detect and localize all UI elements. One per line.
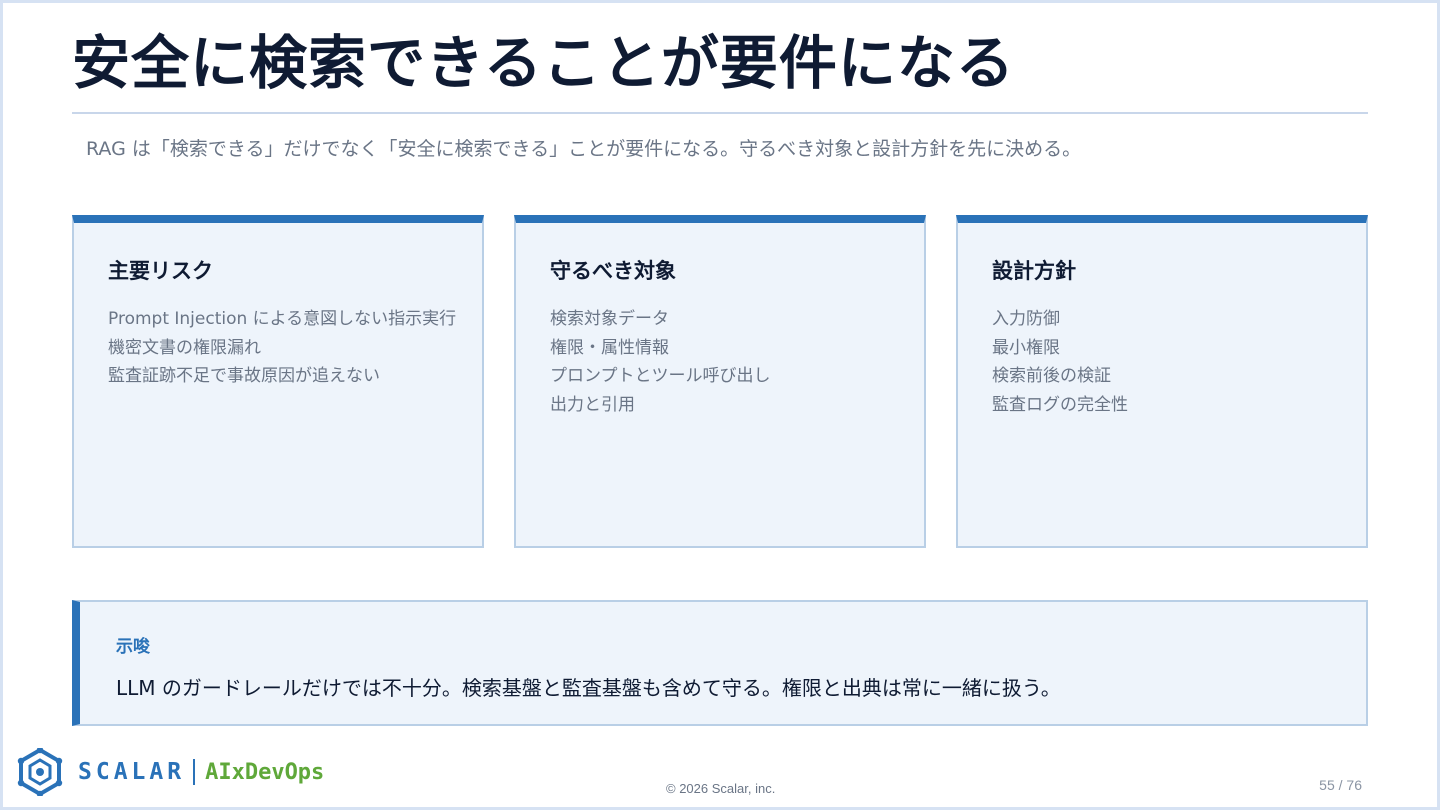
card-risks: 主要リスク Prompt Injection による意図しない指示実行 機密文書…: [72, 215, 484, 548]
copyright: © 2026 Scalar, inc.: [666, 781, 776, 796]
title-divider: [72, 112, 1368, 114]
brand-name: SCALAR: [78, 759, 186, 785]
list-item: 権限・属性情報: [550, 337, 669, 358]
card-list: Prompt Injection による意図しない指示実行 機密文書の権限漏れ …: [108, 305, 458, 391]
card-title: 守るべき対象: [550, 259, 676, 283]
list-item: 検索前後の検証: [992, 366, 1111, 386]
brand-separator: [193, 759, 196, 785]
card-list: 入力防御 最小権限 検索前後の検証 監査ログの完全性: [992, 305, 1342, 419]
insight-box: 示唆 LLM のガードレールだけでは不十分。検索基盤と監査基盤も含めて守る。権限…: [72, 600, 1368, 726]
list-item: 入力防御: [992, 309, 1060, 329]
brand-logo: SCALAR AIxDevOps: [16, 746, 324, 798]
list-item: Prompt Injection による意図しない指示実行: [108, 309, 457, 329]
card-design-policy: 設計方針 入力防御 最小権限 検索前後の検証 監査ログの完全性: [956, 215, 1368, 548]
list-item: 最小権限: [992, 337, 1060, 358]
slide-subtitle: RAG は「検索できる」だけでなく「安全に検索できる」ことが要件になる。守るべき…: [86, 138, 1082, 160]
card-list: 検索対象データ 権限・属性情報 プロンプトとツール呼び出し 出力と引用: [550, 305, 900, 419]
insight-label: 示唆: [116, 637, 150, 657]
list-item: プロンプトとツール呼び出し: [550, 366, 771, 386]
card-title: 主要リスク: [108, 259, 213, 283]
list-item: 監査証跡不足で事故原因が追えない: [108, 366, 380, 386]
product-name: AIxDevOps: [205, 759, 325, 785]
card-protected-targets: 守るべき対象 検索対象データ 権限・属性情報 プロンプトとツール呼び出し 出力と…: [514, 215, 926, 548]
list-item: 出力と引用: [550, 394, 635, 415]
scalar-logo-icon: [17, 748, 63, 796]
list-item: 検索対象データ: [550, 309, 669, 329]
list-item: 監査ログの完全性: [992, 394, 1128, 415]
page-number: 55 / 76: [1319, 777, 1362, 793]
list-item: 機密文書の権限漏れ: [108, 337, 261, 358]
slide-title: 安全に検索できることが要件になる: [72, 29, 1015, 97]
insight-text: LLM のガードレールだけでは不十分。検索基盤と監査基盤も含めて守る。権限と出典…: [116, 676, 1061, 700]
card-title: 設計方針: [992, 259, 1076, 283]
